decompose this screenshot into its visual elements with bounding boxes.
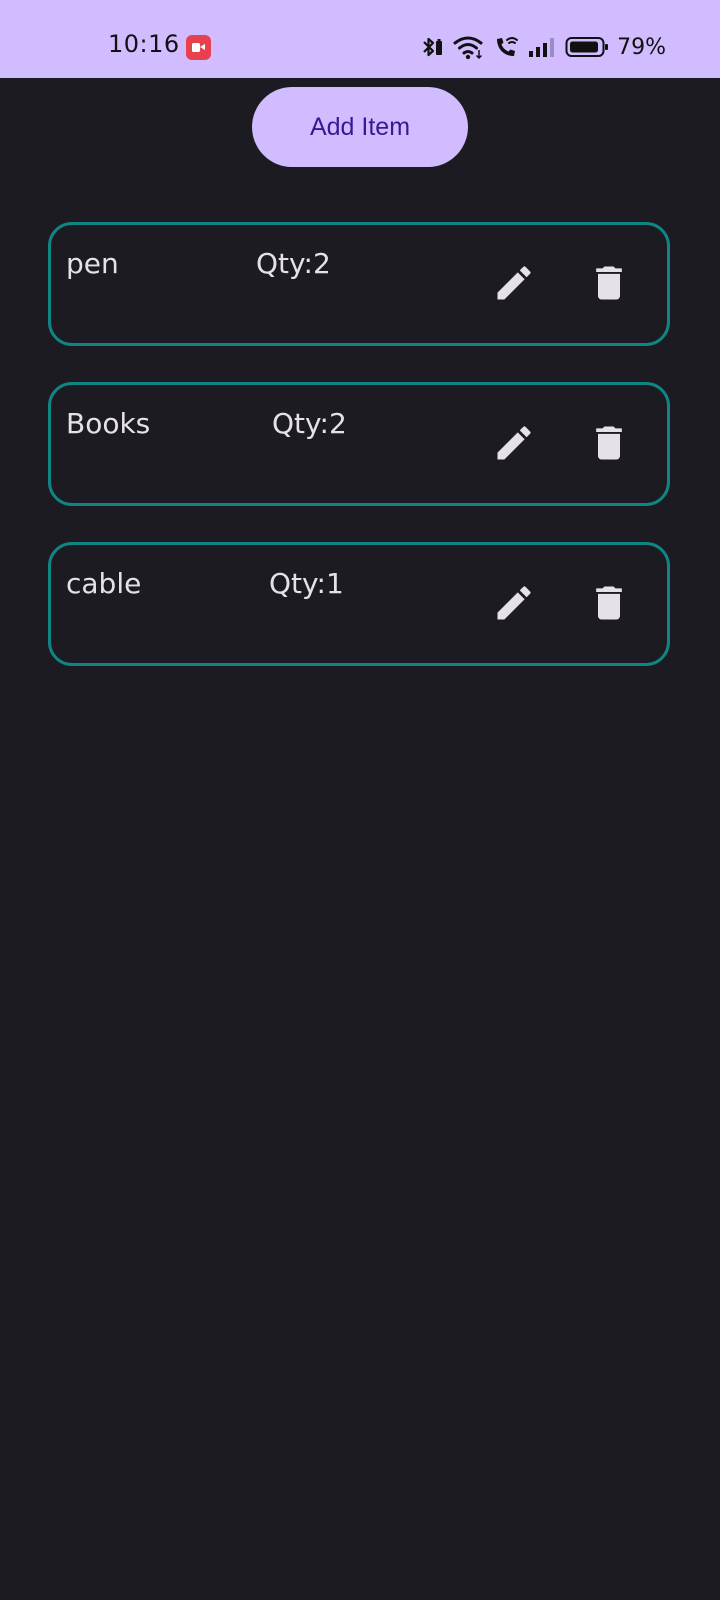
edit-pencil-icon xyxy=(497,266,531,300)
delete-button[interactable] xyxy=(583,257,635,309)
delete-button[interactable] xyxy=(583,417,635,469)
item-name: pen xyxy=(66,247,119,280)
edit-button[interactable] xyxy=(488,257,540,309)
add-item-button[interactable]: Add Item xyxy=(252,87,468,167)
delete-button[interactable] xyxy=(583,577,635,629)
edit-button[interactable] xyxy=(488,417,540,469)
item-quantity: Qty:2 xyxy=(256,247,331,280)
list-item: pen Qty:2 xyxy=(48,222,670,346)
bluetooth-icon xyxy=(423,37,443,57)
edit-button[interactable] xyxy=(488,577,540,629)
wifi-calling-icon xyxy=(497,37,519,56)
item-quantity: Qty:1 xyxy=(269,567,344,600)
item-name: Books xyxy=(66,407,151,440)
edit-pencil-icon xyxy=(497,586,531,620)
trash-icon xyxy=(596,586,622,620)
status-time: 10:16 xyxy=(108,30,180,58)
trash-icon xyxy=(596,266,622,300)
status-icons: 79% xyxy=(419,32,666,62)
list-item: cable Qty:1 xyxy=(48,542,670,666)
item-quantity: Qty:2 xyxy=(272,407,347,440)
wifi-icon xyxy=(453,36,483,60)
screen-record-icon xyxy=(186,35,211,60)
edit-pencil-icon xyxy=(497,426,531,460)
item-name: cable xyxy=(66,567,142,600)
list-item: Books Qty:2 xyxy=(48,382,670,506)
trash-icon xyxy=(596,426,622,460)
status-bar: 10:16 79% xyxy=(0,0,720,78)
battery-icon xyxy=(565,37,609,57)
battery-percentage: 79% xyxy=(617,34,666,60)
signal-icon xyxy=(529,38,555,57)
